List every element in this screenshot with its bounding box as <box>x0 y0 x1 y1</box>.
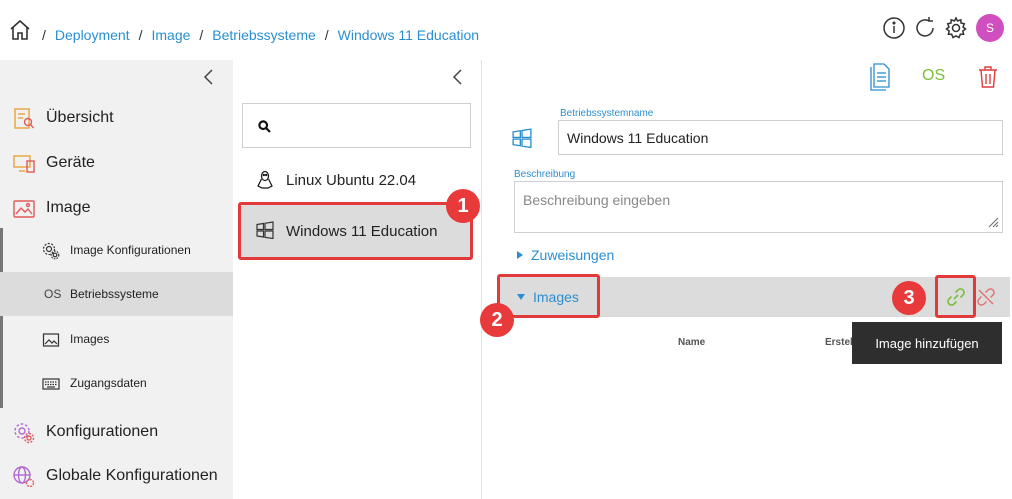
description-field[interactable]: Beschreibung eingeben <box>514 181 1003 233</box>
assignments-toggle[interactable]: Zuweisungen <box>516 247 614 263</box>
linux-tux-icon <box>256 170 274 190</box>
sidebar-item-geraete[interactable]: Geräte <box>0 143 233 183</box>
sidebar-item-uebersicht[interactable]: Übersicht <box>0 98 233 138</box>
breadcrumb-betriebssysteme[interactable]: Betriebssysteme <box>212 27 315 43</box>
home-icon[interactable] <box>8 18 32 42</box>
annotation-box-1 <box>238 202 473 260</box>
annotation-badge-2: 2 <box>480 303 514 337</box>
keyboard-icon <box>42 375 60 393</box>
sidebar-item-betriebssysteme[interactable]: OS Betriebssysteme <box>0 272 233 316</box>
resize-handle-icon[interactable] <box>987 216 999 228</box>
gear-icon[interactable] <box>944 16 968 40</box>
global-config-icon <box>12 465 36 489</box>
tooltip-add-image: Image hinzufügen <box>852 322 1002 364</box>
unlink-icon[interactable] <box>976 287 996 307</box>
sidebar-item-images[interactable]: Images <box>0 317 233 361</box>
annotation-box-2 <box>497 274 600 318</box>
user-avatar[interactable]: S <box>976 14 1004 42</box>
annotation-badge-3: 3 <box>892 281 926 315</box>
refresh-icon[interactable] <box>913 16 937 40</box>
overview-icon <box>12 107 36 131</box>
images-icon <box>42 331 60 349</box>
caret-right-icon <box>517 251 523 259</box>
search-icon <box>258 120 271 133</box>
os-item-linux-ubuntu[interactable]: Linux Ubuntu 22.04 <box>238 153 472 207</box>
sidebar: Übersicht Geräte Image Image Konfigurati… <box>0 60 233 499</box>
document-icon[interactable] <box>868 63 892 91</box>
trash-icon[interactable] <box>978 65 998 89</box>
breadcrumb-image[interactable]: Image <box>151 27 190 43</box>
sidebar-item-globale-konfigurationen[interactable]: Globale Konfigurationen <box>0 456 233 496</box>
os-text-icon: OS <box>44 287 62 301</box>
breadcrumb-deployment[interactable]: Deployment <box>55 27 130 43</box>
name-field-label: Betriebssystemname <box>560 108 654 119</box>
config-gear-icon <box>42 242 60 260</box>
description-field-label: Beschreibung <box>514 169 576 180</box>
sidebar-item-konfigurationen[interactable]: Konfigurationen <box>0 412 233 452</box>
devices-icon <box>12 152 36 176</box>
column-header-name[interactable]: Name <box>678 337 705 348</box>
image-icon <box>12 197 36 221</box>
os-name-field[interactable]: Windows 11 Education <box>558 120 1003 155</box>
windows-type-icon <box>512 128 532 148</box>
sidebar-item-image[interactable]: Image <box>0 188 233 228</box>
configurations-icon <box>12 421 36 445</box>
sidebar-item-image-konfigurationen[interactable]: Image Konfigurationen <box>0 228 233 272</box>
sidebar-item-zugangsdaten[interactable]: Zugangsdaten <box>0 361 233 405</box>
annotation-badge-1: 1 <box>446 189 480 223</box>
list-collapse-chevron-icon[interactable] <box>451 68 465 86</box>
info-icon[interactable] <box>882 16 906 40</box>
search-input[interactable] <box>242 103 471 148</box>
annotation-box-3 <box>935 275 976 318</box>
breadcrumb-current[interactable]: Windows 11 Education <box>338 27 479 43</box>
breadcrumb: / Deployment / Image / Betriebssysteme /… <box>42 27 480 43</box>
os-action-button[interactable]: OS <box>922 67 945 85</box>
os-list-pane: Linux Ubuntu 22.04 Windows 11 Education <box>233 60 482 499</box>
top-header: / Deployment / Image / Betriebssysteme /… <box>0 0 1012 60</box>
sidebar-collapse-chevron-icon[interactable] <box>202 68 216 86</box>
